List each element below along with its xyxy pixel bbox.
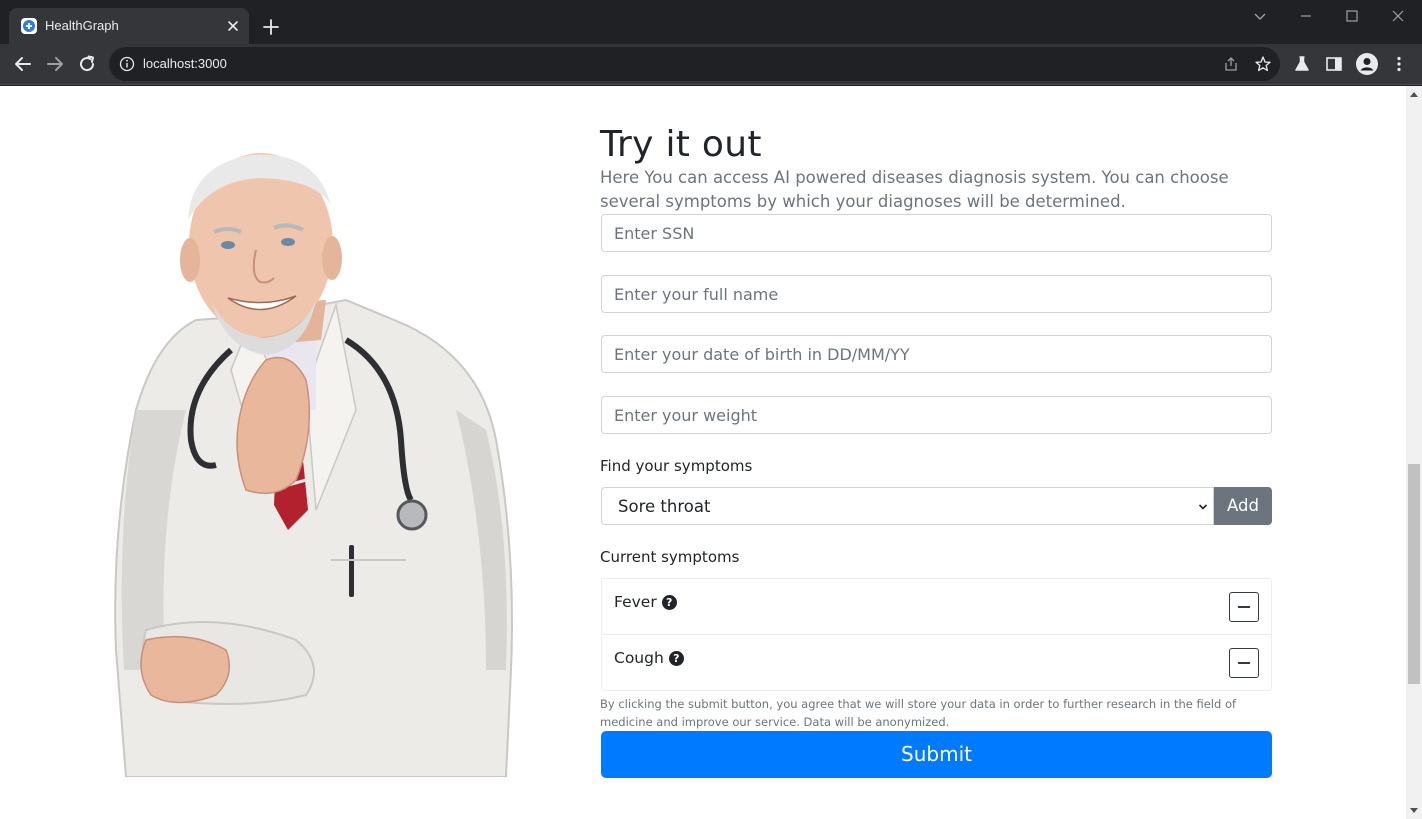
scroll-down-arrow-icon[interactable] <box>1410 808 1418 813</box>
symptom-name: Cough? <box>614 649 684 667</box>
list-item: Fever? <box>602 579 1271 635</box>
tab-strip: HealthGraph <box>0 0 1422 44</box>
back-arrow-icon[interactable] <box>11 52 35 76</box>
share-icon[interactable] <box>1222 55 1240 73</box>
submit-button[interactable]: Submit <box>601 731 1272 778</box>
doctor-image <box>114 153 513 777</box>
question-circle-icon[interactable]: ? <box>668 651 684 666</box>
current-symptoms-label: Current symptoms <box>600 548 740 566</box>
profile-avatar[interactable] <box>1356 53 1378 75</box>
site-info-icon[interactable] <box>119 56 135 72</box>
add-symptom-button[interactable]: Add <box>1214 487 1272 525</box>
close-window-icon[interactable] <box>1386 4 1410 28</box>
new-tab-icon[interactable] <box>259 15 283 39</box>
maximize-icon[interactable] <box>1340 4 1364 28</box>
tab-search-chevron-icon[interactable] <box>1248 4 1272 28</box>
page-scrollbar[interactable] <box>1406 86 1422 819</box>
list-item: Cough? <box>602 634 1271 690</box>
forward-arrow-icon[interactable] <box>43 52 67 76</box>
side-panel-icon[interactable] <box>1324 54 1344 74</box>
scrollbar-thumb[interactable] <box>1408 464 1420 684</box>
profile-person-icon <box>1360 58 1374 71</box>
full-name-input[interactable] <box>601 275 1272 313</box>
chevron-down-icon <box>1198 504 1208 510</box>
menu-kebab-icon[interactable] <box>1389 54 1409 74</box>
find-symptoms-label: Find your symptoms <box>600 457 753 475</box>
ssn-input[interactable] <box>601 214 1272 252</box>
healthgraph-favicon-icon <box>21 18 37 34</box>
date-of-birth-input[interactable] <box>601 335 1272 373</box>
remove-symptom-button[interactable] <box>1229 592 1259 622</box>
page-viewport: Try it out Here You can access AI powere… <box>0 86 1406 819</box>
selected-symptom: Sore throat <box>618 497 711 516</box>
url-text: localhost:3000 <box>143 56 227 71</box>
remove-symptom-button[interactable] <box>1229 648 1259 678</box>
current-symptoms-list: Fever? Cough? <box>601 578 1272 691</box>
close-tab-icon[interactable] <box>223 16 243 36</box>
reload-icon[interactable] <box>75 52 99 76</box>
browser-toolbar: localhost:3000 <box>0 44 1422 85</box>
bookmark-star-icon[interactable] <box>1254 55 1272 73</box>
browser-tab[interactable]: HealthGraph <box>9 8 249 44</box>
question-circle-icon[interactable]: ? <box>661 595 677 610</box>
address-bar[interactable]: localhost:3000 <box>109 47 1280 81</box>
submit-disclaimer: By clicking the submit button, you agree… <box>600 697 1237 729</box>
minimize-icon[interactable] <box>1294 4 1318 28</box>
page-description: Here You can access AI powered diseases … <box>600 168 1229 211</box>
page-title: Try it out <box>600 124 762 165</box>
tab-title: HealthGraph <box>45 18 119 33</box>
symptom-select[interactable]: Sore throat <box>601 487 1214 525</box>
symptom-name: Fever? <box>614 593 677 611</box>
labs-flask-icon[interactable] <box>1292 54 1312 74</box>
scroll-up-arrow-icon[interactable] <box>1410 92 1418 97</box>
weight-input[interactable] <box>601 396 1272 434</box>
